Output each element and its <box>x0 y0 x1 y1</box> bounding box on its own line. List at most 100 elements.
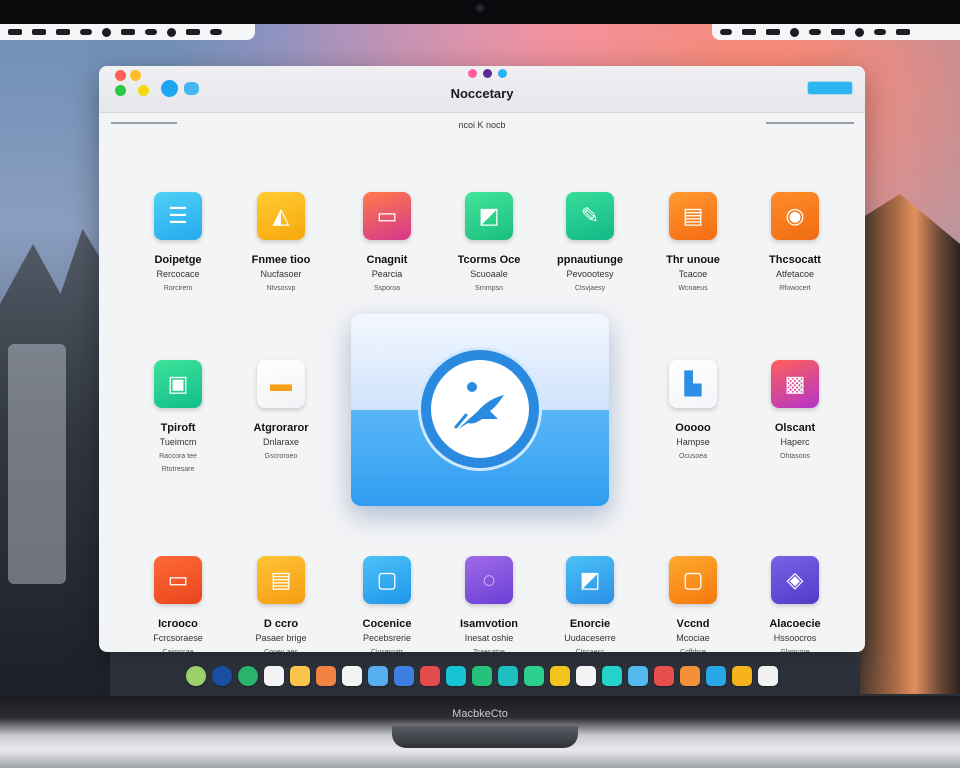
app-tile[interactable]: ▢ Vccnd Mcociae Ccfbbce <box>638 556 748 652</box>
image-icon[interactable]: ▩ <box>771 360 819 408</box>
app-subtitle: Pecebsrerie <box>362 633 412 643</box>
dock-app-icon[interactable] <box>524 666 544 686</box>
window-icon[interactable]: ▢ <box>363 556 411 604</box>
dock-app-icon[interactable] <box>394 666 414 686</box>
bar-icon[interactable]: ▙ <box>669 360 717 408</box>
chat-icon[interactable]: ▣ <box>154 360 202 408</box>
status-item[interactable] <box>874 29 886 35</box>
dock-app-icon[interactable] <box>576 666 596 686</box>
dock-app-icon[interactable] <box>290 666 310 686</box>
close-button[interactable] <box>115 70 126 81</box>
dock-app-icon[interactable] <box>264 666 284 686</box>
app-subtitle: Nucfasoer <box>260 269 302 279</box>
dock-app-icon[interactable] <box>550 666 570 686</box>
frame-icon[interactable]: ▢ <box>669 556 717 604</box>
status-item[interactable] <box>831 29 845 35</box>
dock-app-icon[interactable] <box>420 666 440 686</box>
dock-app-icon[interactable] <box>498 666 518 686</box>
note-icon[interactable]: ▤ <box>257 556 305 604</box>
status-item[interactable] <box>720 29 732 35</box>
menubar-left <box>0 24 255 40</box>
app-tile[interactable]: ✎ ppnautiunge Pevoootesy Ctsvjaesy <box>535 192 645 292</box>
app-tile[interactable]: ▢ Cocenice Pecebsrerie Cjusernatr <box>332 556 442 652</box>
dock-app-icon[interactable] <box>654 666 674 686</box>
app-tile[interactable]: ▙ Ooooo Hampse Ocusoea <box>638 360 748 460</box>
dock-app-icon[interactable] <box>368 666 388 686</box>
menubar-item[interactable] <box>80 29 92 35</box>
status-item[interactable] <box>809 29 821 35</box>
compass-icon[interactable]: ◉ <box>771 192 819 240</box>
app-subtitle: Haperc <box>780 437 810 447</box>
edit-icon[interactable]: ✎ <box>566 192 614 240</box>
app-tile[interactable]: ▭ Cnagnit Pearcia Ssporoa <box>332 192 442 292</box>
folder-icon[interactable]: ▭ <box>363 192 411 240</box>
dock-app-icon[interactable] <box>602 666 622 686</box>
menubar-item[interactable] <box>102 27 111 37</box>
app-tile[interactable]: ◩ Tcorms Oce Scuoaale Srnmpsn <box>434 192 544 292</box>
app-tile[interactable]: ▬ Atgroraror Dnlaraxe Gscroroeo <box>226 360 336 460</box>
status-item[interactable] <box>855 27 864 37</box>
chart-icon[interactable]: ◭ <box>257 192 305 240</box>
dock-app-icon[interactable] <box>212 666 232 686</box>
app-meta: Raccora tee <box>159 453 197 460</box>
menubar-item[interactable] <box>8 29 22 35</box>
dock-app-icon[interactable] <box>342 666 362 686</box>
status-item[interactable] <box>896 29 910 35</box>
dock-app-icon[interactable] <box>758 666 778 686</box>
menubar-item[interactable] <box>56 29 70 35</box>
dock-app-icon[interactable] <box>238 666 258 686</box>
app-tile[interactable]: ☰ Doipetge Rercocace Rorcirem <box>123 192 233 292</box>
app-tile[interactable]: ▩ Olscant Haperc Ohtasoos <box>740 360 850 460</box>
dock-app-icon[interactable] <box>706 666 726 686</box>
wallet-icon[interactable]: ▭ <box>154 556 202 604</box>
menubar-item[interactable] <box>186 29 200 35</box>
app-meta: Ocusoea <box>678 453 708 460</box>
app-meta: Caimccae <box>123 649 233 652</box>
dock-app-icon[interactable] <box>446 666 466 686</box>
app-name: Atgroraror <box>253 422 309 434</box>
status-item[interactable] <box>742 29 756 35</box>
app-tile[interactable]: ▤ Thr unoue Tcacoe Wcnaeus <box>638 192 748 292</box>
camera-icon <box>476 4 484 12</box>
app-meta: Ctsvjaesy <box>574 285 606 292</box>
app-subtitle: Atfetacoe <box>775 269 815 279</box>
badge-icon[interactable]: ◈ <box>771 556 819 604</box>
menubar-item[interactable] <box>32 29 46 35</box>
app-tile[interactable]: ◉ Thcsocatt Atfetacoe Rfowocert <box>740 192 850 292</box>
app-tile[interactable]: ◭ Fnmee tioo Nucfasoer Ntvsosvp <box>226 192 336 292</box>
app-tile[interactable]: ◌ Isamvotion Inesat oshie Tcaesatoe <box>434 556 544 652</box>
docs-icon[interactable]: ▤ <box>669 192 717 240</box>
app-window: Noccetary ncoi K nocb ☰ Doipetge Rercocace… <box>99 66 865 652</box>
app-tile[interactable]: ▭ Icrooco Fcrcsoraese Caimccae <box>123 556 233 652</box>
dock-app-icon[interactable] <box>472 666 492 686</box>
cards-icon[interactable]: ▬ <box>257 360 305 408</box>
dock-app-icon[interactable] <box>316 666 336 686</box>
app-tile[interactable]: ▣ Tpiroft Tueimcm Raccora tee Rtotresare <box>123 360 233 473</box>
app-name: D ccro <box>263 618 299 630</box>
app-meta: Rorcirem <box>163 285 193 292</box>
app-tile[interactable]: ◩ Enorcie Uudaceserre Ctscaesc <box>535 556 645 652</box>
view-toggle[interactable] <box>807 81 853 95</box>
status-item[interactable] <box>790 27 799 37</box>
app-name: Icrooco <box>158 618 198 630</box>
menubar-item[interactable] <box>145 29 157 35</box>
status-item[interactable] <box>766 29 780 35</box>
list-icon[interactable]: ☰ <box>154 192 202 240</box>
menubar-item[interactable] <box>121 29 135 35</box>
featured-app-card[interactable] <box>351 314 609 506</box>
app-tile[interactable]: ▤ D ccro Pasaer brige Cooeu aes <box>226 556 336 652</box>
dock-app-icon[interactable] <box>680 666 700 686</box>
menubar-item[interactable] <box>210 29 222 35</box>
app-name: Cnagnit <box>366 254 408 266</box>
dock-app-icon[interactable] <box>732 666 752 686</box>
dock-app-icon[interactable] <box>186 666 206 686</box>
minimize-button[interactable] <box>130 70 141 81</box>
app-name: Ooooo <box>675 422 711 434</box>
dock-app-icon[interactable] <box>628 666 648 686</box>
graph-icon[interactable]: ◩ <box>566 556 614 604</box>
app-tile[interactable]: ◈ Alacoecie Hssoocros Gbprcore <box>740 556 850 652</box>
graph-icon[interactable]: ◩ <box>465 192 513 240</box>
menubar-item[interactable] <box>167 27 176 37</box>
sync-icon[interactable]: ◌ <box>465 556 513 604</box>
laptop-base: MacbkeCto <box>0 696 960 768</box>
